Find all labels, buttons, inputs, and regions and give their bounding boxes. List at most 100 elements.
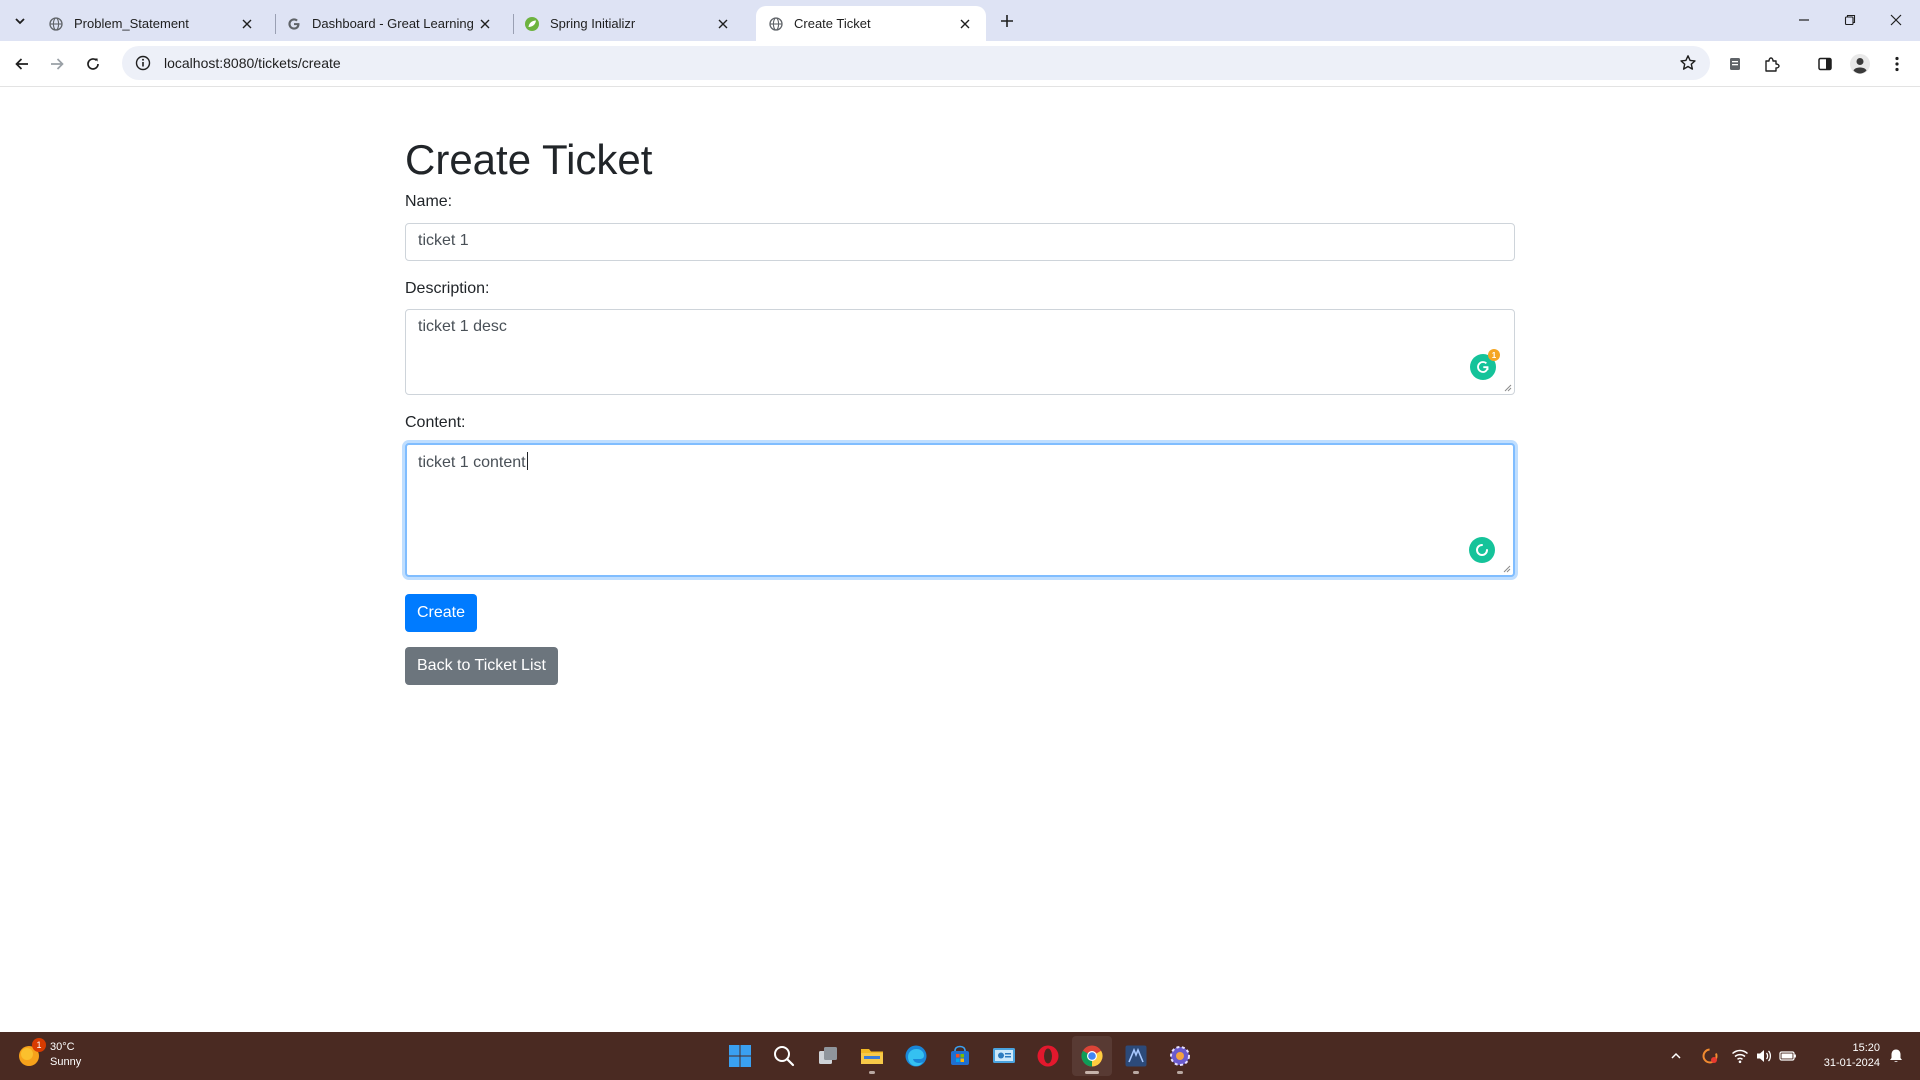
google-g-icon — [286, 16, 302, 32]
file-explorer-app[interactable] — [852, 1036, 892, 1076]
name-label: Name: — [405, 193, 453, 210]
windows-taskbar: 1 30°C Sunny 15:20 31-01-2024 — [0, 1032, 1920, 1080]
control-panel-icon — [993, 1048, 1015, 1063]
tab-create-ticket[interactable]: Create Ticket — [756, 6, 986, 41]
tab-problem-statement[interactable]: Problem_Statement — [36, 6, 268, 41]
page-content: Create Ticket Name: ticket 1 Description… — [0, 87, 1920, 1032]
new-tab-button[interactable] — [994, 8, 1020, 34]
clock-time: 15:20 — [1852, 1042, 1880, 1054]
opera-app[interactable] — [1028, 1036, 1068, 1076]
app-icon[interactable] — [1160, 1036, 1200, 1076]
address-bar[interactable]: localhost:8080/tickets/create — [122, 46, 1710, 80]
tab-title: Problem_Statement — [74, 16, 189, 31]
bookmark-star-icon[interactable] — [1678, 53, 1698, 73]
grammarly-icon[interactable]: 1 — [1470, 349, 1500, 380]
side-panel-icon[interactable] — [1810, 49, 1840, 79]
windows-logo-icon — [729, 1045, 751, 1067]
grammarly-badge: 1 — [1488, 349, 1500, 361]
weather-text: 30°C Sunny — [50, 1040, 81, 1070]
restore-button[interactable] — [1827, 0, 1873, 40]
battery-icon[interactable] — [1776, 1044, 1800, 1068]
close-window-button[interactable] — [1873, 0, 1919, 40]
name-input[interactable]: ticket 1 — [405, 223, 1515, 261]
browser-toolbar: localhost:8080/tickets/create — [0, 41, 1920, 87]
restore-icon — [1844, 14, 1856, 26]
close-icon[interactable] — [238, 15, 256, 33]
create-button[interactable]: Create — [405, 594, 478, 632]
tray-sync-icon[interactable] — [1698, 1044, 1722, 1068]
chrome-app[interactable] — [1072, 1036, 1112, 1076]
reload-button[interactable] — [78, 49, 108, 79]
plus-icon — [1001, 15, 1013, 27]
page-title: Create Ticket — [405, 136, 653, 183]
wifi-icon[interactable] — [1728, 1044, 1752, 1068]
task-view-button[interactable] — [808, 1036, 848, 1076]
folder-icon — [861, 1049, 883, 1064]
search-icon — [774, 1046, 795, 1067]
resize-grip-icon[interactable] — [1503, 383, 1512, 392]
forward-button[interactable] — [42, 49, 72, 79]
taskbar-clock[interactable]: 15:20 31-01-2024 — [1800, 1041, 1880, 1071]
content-textarea-value: ticket 1 content — [418, 454, 526, 471]
search-button[interactable] — [764, 1036, 804, 1076]
chrome-icon — [1081, 1045, 1103, 1067]
weather-widget[interactable]: 1 30°C Sunny — [16, 1038, 81, 1070]
sun-icon: 1 — [16, 1038, 46, 1068]
clock-date: 31-01-2024 — [1823, 1057, 1880, 1069]
store-icon — [951, 1045, 969, 1065]
minimize-button[interactable] — [1781, 0, 1827, 40]
weather-desc: Sunny — [50, 1056, 82, 1068]
eclipse-app[interactable] — [1116, 1036, 1156, 1076]
weather-temp: 30°C — [50, 1041, 75, 1053]
globe-icon — [768, 16, 784, 32]
grammarly-loading-icon[interactable] — [1469, 537, 1495, 563]
close-icon[interactable] — [476, 15, 494, 33]
browser-tabstrip: Problem_Statement Dashboard - Great Lear… — [0, 0, 1920, 41]
address-url: localhost:8080/tickets/create — [164, 55, 341, 71]
tab-spring-initializr[interactable]: Spring Initializr — [512, 6, 744, 41]
extension-doc-icon[interactable] — [1720, 49, 1750, 79]
globe-icon — [48, 16, 64, 32]
opera-icon — [1037, 1045, 1059, 1067]
spring-leaf-icon — [524, 16, 540, 32]
chevron-up-icon — [1671, 1052, 1681, 1059]
chevron-down-icon — [15, 18, 25, 25]
weather-badge: 1 — [32, 1038, 46, 1052]
name-input-value: ticket 1 — [418, 232, 469, 249]
description-label: Description: — [405, 280, 490, 297]
resize-grip-icon[interactable] — [1502, 564, 1511, 573]
extensions-puzzle-icon[interactable] — [1757, 49, 1787, 79]
tab-search-button[interactable] — [8, 9, 32, 33]
tray-overflow-button[interactable] — [1664, 1044, 1688, 1068]
reload-icon — [87, 58, 99, 70]
close-icon[interactable] — [956, 15, 974, 33]
edge-icon — [905, 1045, 927, 1067]
gear-app-icon — [1170, 1046, 1190, 1066]
back-to-ticket-list-button[interactable]: Back to Ticket List — [405, 647, 558, 685]
close-icon — [1890, 14, 1902, 26]
store-app[interactable] — [940, 1036, 980, 1076]
site-info-icon[interactable] — [126, 46, 160, 80]
start-button[interactable] — [720, 1036, 760, 1076]
arrow-right-icon — [51, 58, 64, 70]
ide-icon — [1125, 1045, 1147, 1067]
arrow-left-icon — [15, 58, 28, 70]
control-panel-app[interactable] — [984, 1036, 1024, 1076]
volume-icon[interactable] — [1752, 1044, 1776, 1068]
tab-title: Spring Initializr — [550, 16, 636, 31]
tab-title: Dashboard - Great Learning — [312, 16, 474, 31]
back-button[interactable] — [7, 49, 37, 79]
tab-title: Create Ticket — [794, 16, 871, 31]
description-textarea[interactable]: ticket 1 desc 1 — [405, 309, 1515, 395]
minimize-icon — [1799, 19, 1809, 21]
text-caret — [526, 452, 528, 470]
content-label: Content: — [405, 414, 466, 431]
close-icon[interactable] — [714, 15, 732, 33]
tab-dashboard-great-learning[interactable]: Dashboard - Great Learning — [274, 6, 506, 41]
edge-app[interactable] — [896, 1036, 936, 1076]
content-textarea[interactable]: ticket 1 content — [405, 443, 1515, 577]
notification-bell-icon[interactable] — [1884, 1044, 1908, 1068]
description-textarea-value: ticket 1 desc — [418, 318, 507, 335]
profile-avatar-icon[interactable] — [1845, 49, 1875, 79]
more-menu-icon[interactable] — [1882, 49, 1912, 79]
